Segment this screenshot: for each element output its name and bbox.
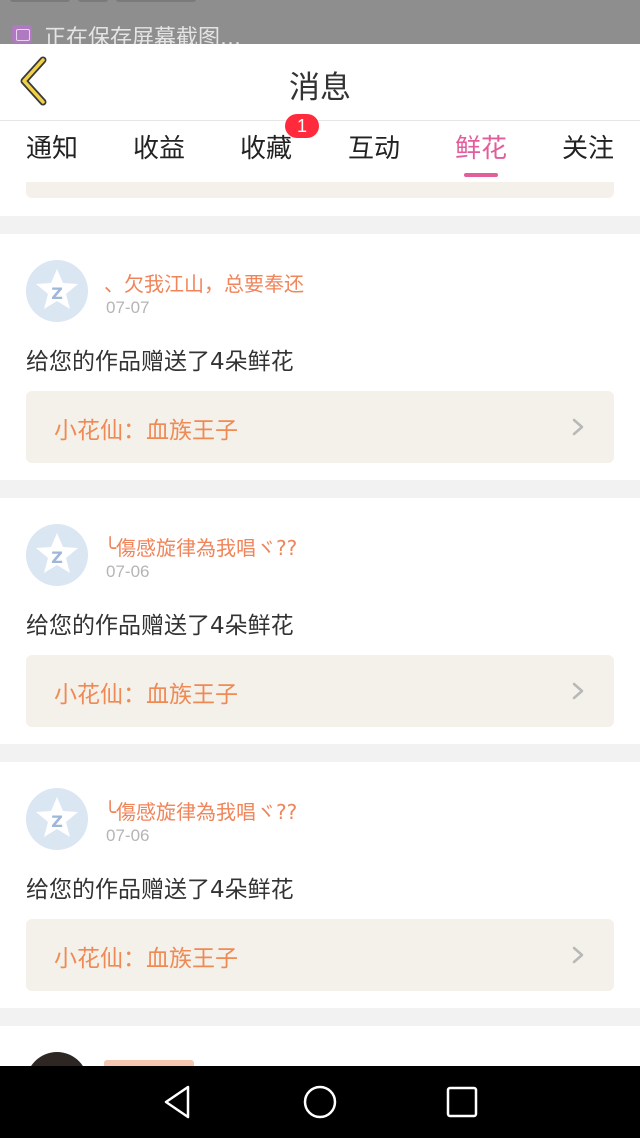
tab-earnings[interactable]: 收益 — [109, 129, 209, 169]
previous-work-link[interactable] — [26, 182, 614, 198]
nav-home-icon[interactable] — [298, 1080, 342, 1124]
svg-text:Z: Z — [51, 284, 63, 303]
default-avatar-icon: Z — [36, 269, 78, 309]
message-text: 给您的作品赠送了4朵鲜花 — [26, 877, 294, 903]
chevron-right-icon — [572, 418, 584, 436]
message-text: 给您的作品赠送了4朵鲜花 — [26, 349, 294, 375]
default-avatar-icon: Z — [36, 797, 78, 837]
work-title: 小花仙：血族王子 — [54, 946, 238, 972]
sender-name[interactable]: ╰傷感旋律為我唱ヾ?? — [104, 532, 297, 561]
page-title: 消息 — [289, 70, 351, 106]
system-nav-bar — [0, 1066, 640, 1138]
message-date: 07-06 — [106, 562, 150, 581]
tab-following[interactable]: 关注 — [538, 129, 638, 169]
svg-text:Z: Z — [51, 548, 63, 567]
svg-text:Z: Z — [51, 812, 63, 831]
message-text: 给您的作品赠送了4朵鲜花 — [26, 613, 294, 639]
tab-label: 关注 — [561, 134, 614, 164]
avatar[interactable]: Z — [26, 524, 88, 586]
avatar[interactable]: Z — [26, 260, 88, 322]
sender-name[interactable]: 、欠我江山，总要奉还 — [104, 268, 304, 297]
screenshot-icon — [12, 25, 32, 43]
message-date: 07-06 — [106, 826, 150, 845]
work-link[interactable]: 小花仙：血族王子 — [26, 919, 614, 991]
chevron-right-icon — [572, 946, 584, 964]
work-link[interactable]: 小花仙：血族王子 — [26, 655, 614, 727]
status-bar: 正在保存屏幕截图... — [0, 0, 640, 44]
message-card: Z 、欠我江山，总要奉还 07-07 给您的作品赠送了4朵鲜花 小花仙：血族王子 — [0, 234, 640, 480]
work-title: 小花仙：血族王子 — [54, 418, 238, 444]
nav-back-icon[interactable] — [156, 1080, 200, 1124]
status-notification: 正在保存屏幕截图... — [44, 26, 241, 44]
default-avatar-icon: Z — [36, 533, 78, 573]
favorites-badge: 1 — [285, 114, 319, 138]
tab-label: 鲜花 — [454, 134, 507, 164]
tab-bar: 通知 收益 收藏 互动 鲜花 关注 — [0, 120, 640, 182]
chevron-right-icon — [572, 682, 584, 700]
message-card: Z ╰傷感旋律為我唱ヾ?? 07-06 给您的作品赠送了4朵鲜花 小花仙：血族王… — [0, 762, 640, 1008]
active-tab-indicator — [464, 173, 498, 177]
tab-label: 互动 — [347, 134, 400, 164]
avatar[interactable]: Z — [26, 788, 88, 850]
nav-recents-icon[interactable] — [440, 1080, 484, 1124]
message-card-partial — [0, 1026, 640, 1066]
work-title: 小花仙：血族王子 — [54, 682, 238, 708]
tab-label: 收藏 — [239, 134, 292, 164]
tab-label: 通知 — [25, 134, 78, 164]
message-card: Z ╰傷感旋律為我唱ヾ?? 07-06 给您的作品赠送了4朵鲜花 小花仙：血族王… — [0, 498, 640, 744]
app-header: 消息 — [0, 44, 640, 120]
tab-notifications[interactable]: 通知 — [2, 129, 102, 169]
work-link[interactable]: 小花仙：血族王子 — [26, 391, 614, 463]
tab-flowers[interactable]: 鲜花 — [431, 129, 531, 177]
tab-label: 收益 — [132, 134, 185, 164]
sender-name[interactable]: ╰傷感旋律為我唱ヾ?? — [104, 796, 297, 825]
tab-interactions[interactable]: 互动 — [324, 129, 424, 169]
message-date: 07-07 — [106, 298, 150, 317]
avatar[interactable] — [26, 1052, 88, 1066]
status-bar-icons — [10, 0, 310, 6]
